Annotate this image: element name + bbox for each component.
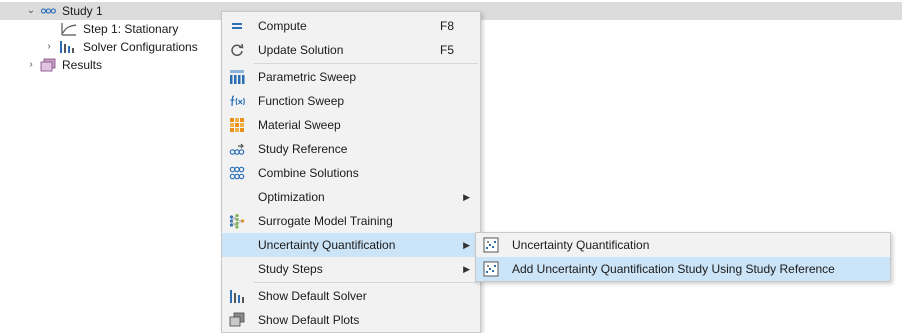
menu-item-parametric-sweep[interactable]: Parametric Sweep xyxy=(222,65,480,89)
stationary-step-icon xyxy=(61,23,77,36)
menu-separator xyxy=(254,282,478,283)
study-reference-icon xyxy=(229,143,245,155)
menu-item-compute[interactable]: Compute F8 xyxy=(222,14,480,38)
tree-label-results: Results xyxy=(62,58,103,72)
menu-item-update-solution[interactable]: Update Solution F5 xyxy=(222,38,480,62)
tree-label-step: Step 1: Stationary xyxy=(83,22,179,36)
function-sweep-icon xyxy=(230,95,245,107)
menu-label: Compute xyxy=(258,19,307,33)
uncertainty-quantification-icon xyxy=(483,261,499,277)
surrogate-model-icon xyxy=(229,213,245,229)
menu-item-show-default-plots[interactable]: Show Default Plots xyxy=(222,308,480,332)
submenu-item-add-uq-study-reference[interactable]: Add Uncertainty Quantification Study Usi… xyxy=(476,257,890,281)
chevron-right-icon[interactable]: › xyxy=(44,38,54,56)
menu-label: Update Solution xyxy=(258,43,344,57)
uncertainty-quantification-submenu: Uncertainty Quantification Add Uncertain… xyxy=(475,232,891,282)
menu-label: Study Reference xyxy=(258,142,348,156)
combine-solutions-icon xyxy=(229,166,245,180)
menu-label: Surrogate Model Training xyxy=(258,214,393,228)
chevron-right-icon[interactable]: › xyxy=(26,56,36,74)
menu-item-function-sweep[interactable]: Function Sweep xyxy=(222,89,480,113)
submenu-arrow-icon: ▶ xyxy=(463,192,470,202)
solver-icon xyxy=(230,290,244,303)
uncertainty-quantification-icon xyxy=(483,237,499,253)
chevron-down-icon[interactable]: ⌄ xyxy=(26,2,36,20)
menu-label: Parametric Sweep xyxy=(258,70,357,84)
update-solution-icon xyxy=(231,43,244,57)
shortcut-label: F8 xyxy=(439,19,454,33)
menu-label: Material Sweep xyxy=(258,118,341,132)
submenu-arrow-icon: ▶ xyxy=(463,240,470,250)
menu-label: Uncertainty Quantification xyxy=(512,238,650,252)
tree-label-study: Study 1 xyxy=(62,4,103,18)
menu-item-study-reference[interactable]: Study Reference xyxy=(222,137,480,161)
compute-icon xyxy=(232,23,242,29)
submenu-arrow-icon: ▶ xyxy=(463,264,470,274)
material-sweep-icon xyxy=(230,118,244,132)
plots-icon xyxy=(229,312,245,327)
menu-label: Uncertainty Quantification xyxy=(258,238,396,252)
menu-separator xyxy=(254,63,478,64)
menu-item-show-default-solver[interactable]: Show Default Solver xyxy=(222,284,480,308)
parametric-sweep-icon xyxy=(230,70,245,84)
solver-configurations-icon xyxy=(60,41,74,53)
menu-label: Add Uncertainty Quantification Study Usi… xyxy=(512,262,835,276)
study-icon xyxy=(40,8,56,14)
menu-label: Combine Solutions xyxy=(258,166,359,180)
shortcut-label: F5 xyxy=(439,43,454,57)
menu-item-material-sweep[interactable]: Material Sweep xyxy=(222,113,480,137)
menu-label: Show Default Plots xyxy=(258,313,360,327)
menu-item-study-steps[interactable]: Study Steps ▶ xyxy=(222,257,480,281)
submenu-item-uncertainty-quantification[interactable]: Uncertainty Quantification xyxy=(476,233,890,257)
menu-item-uncertainty-quantification[interactable]: Uncertainty Quantification ▶ xyxy=(222,233,480,257)
menu-label: Study Steps xyxy=(258,262,323,276)
context-menu: Compute F8 Update Solution F5 Parametric… xyxy=(221,11,481,333)
menu-label: Optimization xyxy=(258,190,325,204)
menu-item-surrogate-model-training[interactable]: Surrogate Model Training xyxy=(222,209,480,233)
menu-label: Show Default Solver xyxy=(258,289,367,303)
results-icon xyxy=(40,58,56,72)
menu-item-optimization[interactable]: Optimization ▶ xyxy=(222,185,480,209)
menu-label: Function Sweep xyxy=(258,94,345,108)
tree-label-solver: Solver Configurations xyxy=(83,40,198,54)
menu-item-combine-solutions[interactable]: Combine Solutions xyxy=(222,161,480,185)
